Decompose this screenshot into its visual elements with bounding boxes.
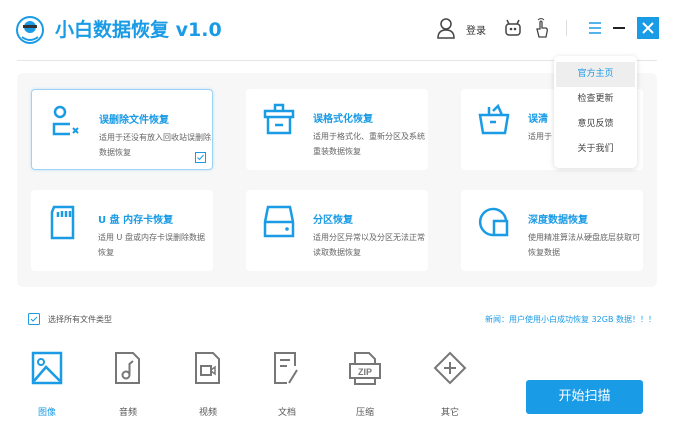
menu-item-check-update[interactable]: 检查更新 bbox=[556, 87, 635, 112]
card-desc: 适用分区异常以及分区无法正常读取数据恢复 bbox=[313, 233, 425, 257]
login-link[interactable]: 登录 bbox=[466, 22, 486, 37]
video-icon bbox=[195, 352, 220, 384]
card-usb-sd-recovery[interactable]: U 盘 内存卡恢复 适用 U 盘或内存卡误删除数据恢复 bbox=[31, 190, 213, 271]
file-type-label: 其它 bbox=[440, 408, 459, 418]
card-title: U 盘 内存卡恢复 bbox=[98, 215, 174, 226]
checkbox-checked-icon[interactable] bbox=[195, 152, 206, 163]
start-scan-button[interactable]: 开始扫描 bbox=[526, 380, 643, 414]
user-x-icon bbox=[52, 105, 79, 136]
hand-pointer-icon[interactable] bbox=[534, 17, 550, 39]
file-type-label: 视频 bbox=[198, 408, 217, 418]
drive-icon bbox=[263, 205, 295, 238]
news-link[interactable]: 新闻：用户使用小白成功恢复 32GB 数据！！！ bbox=[485, 314, 656, 325]
image-icon bbox=[31, 351, 63, 385]
file-type-label: 文档 bbox=[277, 408, 296, 418]
card-title: 误格式化恢复 bbox=[313, 114, 373, 125]
menu-item-official-site[interactable]: 官方主页 bbox=[556, 62, 635, 87]
card-title: 分区恢复 bbox=[313, 215, 353, 226]
menu-item-feedback[interactable]: 意见反馈 bbox=[556, 112, 635, 137]
basket-icon bbox=[478, 103, 510, 135]
card-title: 误清 bbox=[528, 114, 548, 125]
user-icon[interactable] bbox=[436, 17, 456, 39]
menu-item-about[interactable]: 关于我们 bbox=[556, 137, 635, 162]
select-all-checkbox[interactable] bbox=[28, 313, 40, 325]
house-icon bbox=[263, 103, 295, 135]
robot-icon[interactable] bbox=[504, 18, 522, 38]
card-partition-recovery[interactable]: 分区恢复 适用分区异常以及分区无法正常读取数据恢复 bbox=[246, 190, 428, 271]
zip-icon: ZIP bbox=[349, 352, 381, 385]
card-deleted-file-recovery[interactable]: 误删除文件恢复 适用于还没有放入回收站误删除数据恢复 bbox=[31, 89, 213, 170]
close-icon bbox=[642, 22, 654, 34]
file-type-label: 音频 bbox=[118, 408, 137, 418]
audio-icon bbox=[115, 352, 140, 384]
other-icon bbox=[433, 351, 467, 385]
dropdown-menu: 官方主页 检查更新 意见反馈 关于我们 bbox=[554, 56, 637, 168]
logo-icon bbox=[16, 16, 44, 44]
card-deep-recovery[interactable]: 深度数据恢复 使用精准算法从硬盘底层获取可恢复数据 bbox=[461, 190, 643, 271]
card-desc: 适用于格式化、重新分区及系统重装数据恢复 bbox=[313, 132, 425, 156]
deep-scan-icon bbox=[478, 207, 509, 237]
file-type-label: 图像 bbox=[37, 408, 56, 418]
document-icon bbox=[274, 352, 298, 384]
card-format-recovery[interactable]: 误格式化恢复 适用于格式化、重新分区及系统重装数据恢复 bbox=[246, 89, 428, 170]
close-button[interactable] bbox=[637, 17, 659, 39]
file-type-document[interactable]: 文档 bbox=[267, 350, 307, 418]
file-type-image[interactable]: 图像 bbox=[27, 350, 67, 418]
select-all-label: 选择所有文件类型 bbox=[48, 315, 112, 324]
card-desc: 使用精准算法从硬盘底层获取可恢复数据 bbox=[528, 233, 640, 257]
sd-card-icon bbox=[50, 205, 75, 240]
file-type-label: 压缩 bbox=[355, 408, 374, 418]
file-type-video[interactable]: 视频 bbox=[188, 350, 228, 418]
file-type-zip[interactable]: ZIP 压缩 bbox=[345, 350, 385, 418]
app-title: 小白数据恢复 v1.0 bbox=[55, 19, 222, 41]
file-type-other[interactable]: 其它 bbox=[430, 350, 470, 418]
card-title: 误删除文件恢复 bbox=[99, 115, 169, 126]
card-desc: 适用 U 盘或内存卡误删除数据恢复 bbox=[98, 233, 205, 257]
card-title: 深度数据恢复 bbox=[528, 215, 588, 226]
file-type-audio[interactable]: 音频 bbox=[108, 350, 148, 418]
minimize-icon[interactable] bbox=[612, 22, 626, 34]
menu-icon[interactable] bbox=[588, 22, 602, 34]
svg-text:ZIP: ZIP bbox=[358, 367, 372, 377]
